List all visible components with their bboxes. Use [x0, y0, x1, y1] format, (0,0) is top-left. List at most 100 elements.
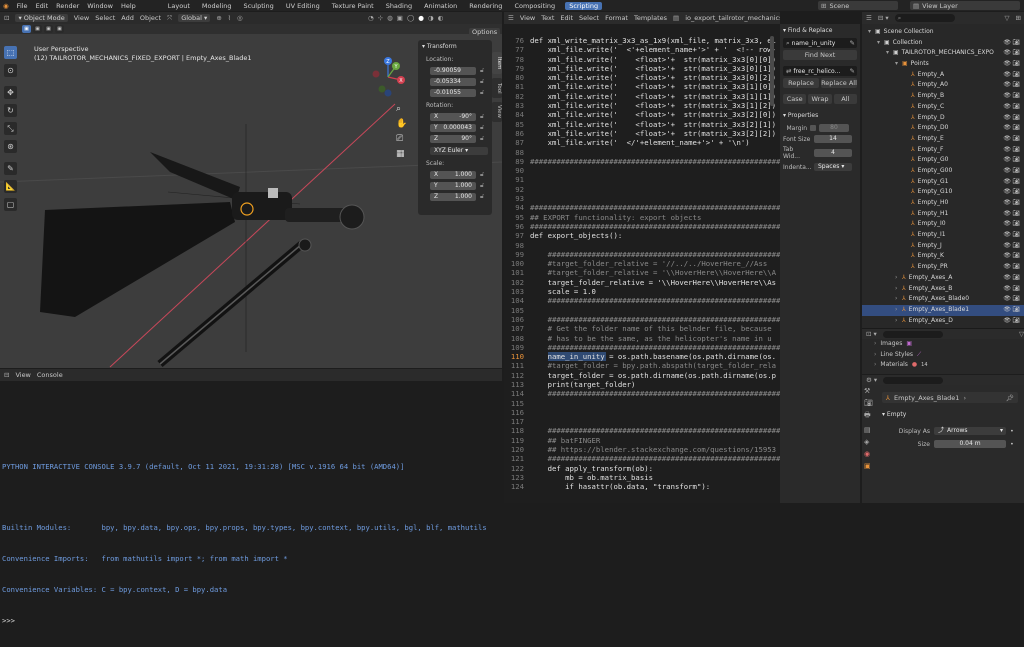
code-line[interactable]: 121 ####################################…	[504, 454, 780, 463]
visibility-eye-icon[interactable]: 👁︎	[1003, 59, 1011, 70]
code-line[interactable]: 77 xml_file.write(' <'+element_name+'>' …	[504, 45, 776, 54]
code-line[interactable]: 99 #####################################…	[504, 250, 780, 259]
text-menu-view[interactable]: View	[520, 14, 535, 22]
replace-all-button[interactable]: Replace All	[821, 78, 857, 88]
case-toggle[interactable]: Case	[783, 94, 807, 104]
menu-window[interactable]: Window	[87, 2, 113, 10]
expand-arrow-icon[interactable]: ▾	[868, 27, 875, 38]
outliner-item[interactable]: ⅄ Empty_K 👁︎ 📷︎	[862, 251, 1024, 262]
visibility-eye-icon[interactable]: 👁︎	[1003, 91, 1011, 102]
lock-icon[interactable]: 🔓︎	[480, 123, 484, 132]
render-camera-icon[interactable]: 📷︎	[1012, 70, 1020, 81]
tab-tool[interactable]: Tool	[492, 78, 502, 98]
text-menu-text[interactable]: Text	[541, 14, 554, 22]
display-as-select[interactable]: ⤴ Arrows ▾	[934, 427, 1006, 435]
visibility-eye-icon[interactable]: 👁︎	[1003, 80, 1011, 91]
render-camera-icon[interactable]: 📷︎	[1012, 187, 1020, 198]
code-line[interactable]: 81 xml_file.write(' <float>'+ str(matrix…	[504, 82, 776, 91]
render-camera-icon[interactable]: 📷︎	[1012, 38, 1020, 49]
render-camera-icon[interactable]: 📷︎	[1012, 305, 1020, 316]
datablock-materials[interactable]: › Materials ● 14	[862, 360, 1024, 370]
rotation-mode-select[interactable]: XYZ Euler ▾	[430, 147, 488, 155]
ortho-grid-icon[interactable]: ▦	[396, 149, 407, 159]
visibility-eye-icon[interactable]: 👁︎	[1003, 48, 1011, 59]
visibility-eye-icon[interactable]: 👁︎	[1003, 262, 1011, 273]
eyedropper-icon[interactable]: ✎	[850, 67, 857, 75]
lock-icon[interactable]: 🔓︎	[480, 170, 484, 179]
visibility-eye-icon[interactable]: 👁︎	[1003, 166, 1011, 177]
code-line[interactable]: 92	[504, 185, 770, 194]
tab-layout[interactable]: Layout	[166, 2, 192, 10]
outliner-item[interactable]: ▾ ▣ Scene Collection	[862, 27, 1024, 38]
visibility-eye-icon[interactable]: 👁︎	[1003, 155, 1011, 166]
text-menu-select[interactable]: Select	[579, 14, 599, 22]
code-line[interactable]: 96 ######################################…	[504, 222, 780, 231]
code-line[interactable]: 103 scale = 1.0	[504, 287, 770, 296]
scene-selector[interactable]: ⊞ Scene	[818, 1, 898, 10]
tool-tab-icon[interactable]: ⚒	[864, 387, 876, 395]
code-line[interactable]: 88	[504, 148, 770, 157]
expand-arrow-icon[interactable]: ›	[895, 316, 902, 327]
move-icon[interactable]: ✥	[4, 86, 17, 99]
text-editor-icon[interactable]: ☰	[508, 14, 514, 22]
outliner-item[interactable]: ⅄ Empty_C 👁︎ 📷︎	[862, 102, 1024, 113]
pan-hand-icon[interactable]: ✋	[396, 119, 407, 129]
filter-icon[interactable]: ▽	[1005, 14, 1010, 22]
display-mode-icon[interactable]: ⊟ ▾	[878, 14, 889, 22]
lock-icon[interactable]: 🔓︎	[480, 66, 484, 75]
expand-arrow-icon[interactable]: ▾	[895, 59, 902, 70]
code-line[interactable]: 87 xml_file.write(' </'+element_name+'>'…	[504, 138, 770, 147]
rotation-y-field[interactable]: Y 0.000043	[430, 123, 476, 132]
outliner-item[interactable]: ⅄ Empty_G10 👁︎ 📷︎	[862, 187, 1024, 198]
visibility-eye-icon[interactable]: 👁︎	[1003, 209, 1011, 220]
code-line[interactable]: 119 ## batFINGER	[504, 436, 770, 445]
outliner-item[interactable]: ⅄ Empty_D0 👁︎ 📷︎	[862, 123, 1024, 134]
scale-x-field[interactable]: X 1.000	[430, 170, 476, 179]
code-line[interactable]: 102 target_folder_relative = '\\HoverHer…	[504, 278, 776, 287]
code-line[interactable]: 105	[504, 306, 770, 315]
render-camera-icon[interactable]: 📷︎	[1012, 177, 1020, 188]
location-y-field[interactable]: -0.05334	[430, 77, 476, 86]
code-line[interactable]: 106 ####################################…	[504, 315, 780, 324]
outliner-item[interactable]: ⅄ Empty_I0 👁︎ 📷︎	[862, 219, 1024, 230]
render-camera-icon[interactable]: 📷︎	[1012, 262, 1020, 273]
datablocks-editor-icon[interactable]: ⊡ ▾	[866, 330, 877, 338]
visibility-eye-icon[interactable]: 👁︎	[1003, 177, 1011, 188]
visibility-eye-icon[interactable]: 👁︎	[1003, 134, 1011, 145]
expand-arrow-icon[interactable]: ›	[895, 284, 902, 295]
code-line[interactable]: 100 #target_folder_relative = '//../../H…	[504, 259, 770, 268]
render-camera-icon[interactable]: 📷︎	[1012, 123, 1020, 134]
outliner-item[interactable]: ▾ ▣ Collection 👁︎ 📷︎	[862, 38, 1024, 49]
lock-icon[interactable]: 🔓︎	[480, 181, 484, 190]
code-line[interactable]: 104 ####################################…	[504, 296, 780, 305]
code-line[interactable]: 95 ## EXPORT functionality: export object…	[504, 213, 770, 222]
outliner-item[interactable]: ⅄ Empty_G00 👁︎ 📷︎	[862, 166, 1024, 177]
scale-icon[interactable]: ⤡	[4, 122, 17, 135]
render-camera-icon[interactable]: 📷︎	[1012, 91, 1020, 102]
datablock-line-styles[interactable]: › Line Styles ⟋	[862, 350, 1024, 360]
replace-input[interactable]: ⇄ free_rc_helico... ✎	[783, 66, 857, 76]
text-filename[interactable]: io_export_tailrotor_mechanics_2_hoverher…	[685, 14, 780, 22]
keyframe-dot-icon[interactable]: •	[1010, 427, 1014, 435]
object-name-row[interactable]: ⅄ Empty_Axes_Blade1 › 📌︎	[882, 392, 1018, 403]
render-camera-icon[interactable]: 📷︎	[1012, 155, 1020, 166]
pin-icon[interactable]: 📌︎	[1006, 394, 1018, 402]
code-line[interactable]: 108 # has to be the same, as the helicop…	[504, 334, 772, 343]
empty-section-header[interactable]: ▾ Empty	[882, 411, 906, 418]
visibility-eye-icon[interactable]: 👁︎	[1003, 316, 1011, 327]
tab-texture-paint[interactable]: Texture Paint	[330, 2, 376, 10]
new-collection-icon[interactable]: ⊞	[1016, 14, 1024, 22]
code-line[interactable]: 109 ####################################…	[504, 343, 780, 352]
all-toggle[interactable]: All	[833, 94, 857, 104]
margin-field[interactable]: 80	[819, 124, 849, 132]
tab-width-field[interactable]: 4	[814, 149, 852, 157]
code-line[interactable]: 107 # Get the folder name of this belnde…	[504, 324, 772, 333]
code-line[interactable]: 117	[504, 417, 770, 426]
render-camera-icon[interactable]: 📷︎	[1012, 166, 1020, 177]
size-field[interactable]: 0.04 m	[934, 440, 1006, 448]
wrap-toggle[interactable]: Wrap	[808, 94, 832, 104]
code-line[interactable]: 80 xml_file.write(' <float>'+ str(matrix…	[504, 73, 776, 82]
code-line[interactable]: 112 target_folder = os.path.dirname(os.p…	[504, 371, 776, 380]
blender-logo-icon[interactable]: ◉	[3, 2, 9, 10]
code-line[interactable]: 111 #target_folder = bpy.path.abspath(ta…	[504, 361, 776, 370]
